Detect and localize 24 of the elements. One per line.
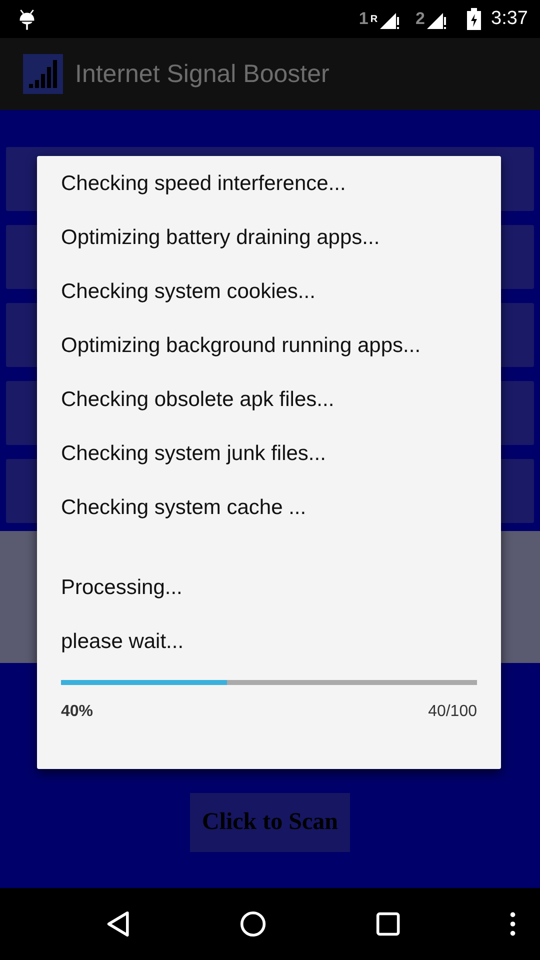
signal-bars-icon	[23, 54, 63, 94]
step-text: Optimizing background running apps...	[61, 333, 422, 359]
clock-time: 3:37	[491, 8, 528, 30]
step-text: Checking system junk files...	[61, 441, 327, 467]
step-text: Checking obsolete apk files...	[61, 387, 336, 413]
recents-icon[interactable]	[376, 911, 400, 937]
step-text: Optimizing battery draining apps...	[61, 225, 381, 251]
progress-count: 40/100	[428, 703, 477, 721]
app-title: Internet Signal Booster	[75, 60, 330, 88]
more-icon[interactable]	[510, 911, 516, 937]
scan-button[interactable]: Click to Scan	[190, 793, 350, 852]
step-text: Checking system cookies...	[61, 279, 316, 305]
status-text: Processing...	[61, 575, 184, 601]
status-text: please wait...	[61, 629, 185, 655]
android-icon	[18, 7, 36, 31]
step-text: Checking system cache ...	[61, 495, 308, 521]
back-icon[interactable]	[106, 910, 130, 938]
progress-percent: 40%	[61, 703, 94, 721]
sim-label: 1	[358, 9, 368, 29]
step-text: Checking speed interference...	[61, 171, 347, 197]
battery-icon	[467, 8, 482, 30]
sim-label: 2	[416, 9, 426, 29]
roaming-label: R	[370, 14, 378, 25]
home-icon[interactable]	[240, 910, 266, 938]
